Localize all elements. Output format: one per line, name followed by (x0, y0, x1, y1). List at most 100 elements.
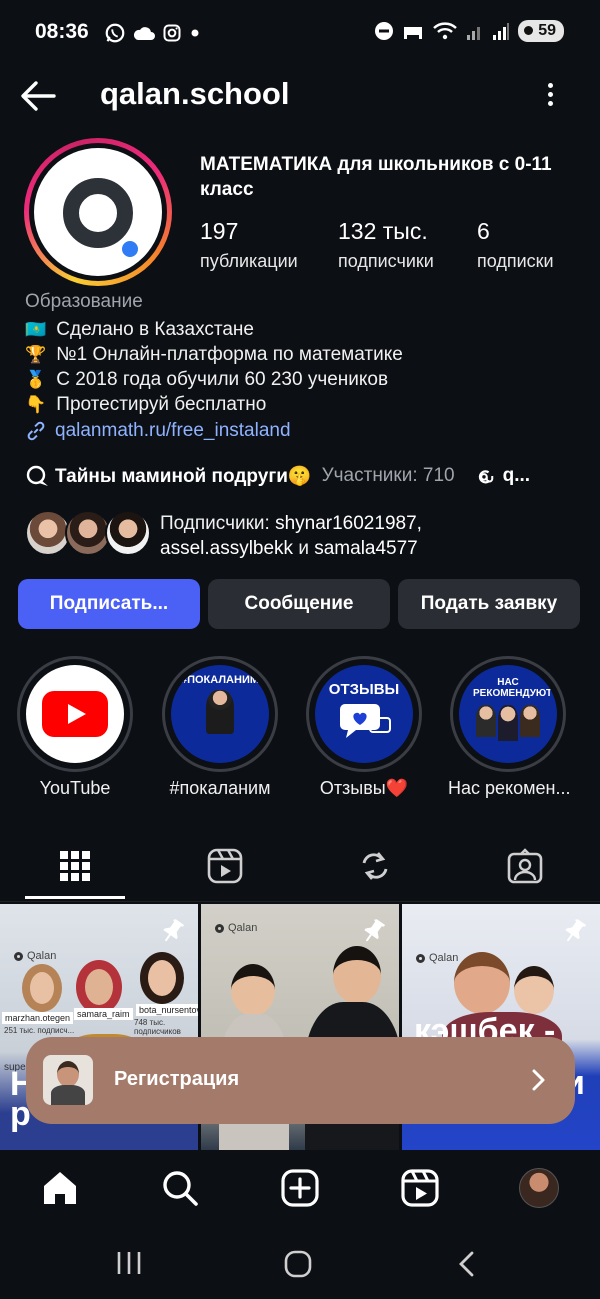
post-brand: Qalan (215, 922, 257, 934)
highlight-recommend[interactable]: НАС РЕКОМЕНДУЮТ Нас рекомен... (448, 656, 571, 799)
followers-text: Подписчики: shynar16021987, assel.assylb… (160, 513, 422, 559)
grid-icon (60, 851, 90, 881)
chat-heart-icon (340, 703, 391, 738)
battery-indicator: 59 (518, 20, 564, 42)
status-bar: 08:36 59 (0, 0, 600, 66)
person-photo (231, 964, 275, 1016)
status-right-icons: 59 (374, 20, 564, 42)
person-photo (454, 952, 510, 1014)
qalan-logo-icon (63, 178, 133, 248)
channel-members: Участники: 710 (321, 465, 455, 486)
post-tag: marzhan.otegen (2, 1012, 74, 1024)
cloud-icon (133, 27, 155, 40)
bio-line: 🇰🇿 Сделано в Казахстане (25, 319, 254, 340)
highlight-reviews[interactable]: ОТЗЫВЫ Отзывы❤️ (304, 656, 424, 799)
bottom-navigation (0, 1150, 600, 1226)
profile-header: qalan.school (0, 66, 600, 126)
post-brand: Qalan (14, 950, 56, 962)
stat-value: 132 тыс. (338, 218, 428, 244)
profile-bio: 🇰🇿 Сделано в Казахстане 🏆 №1 Онлайн-плат… (25, 317, 403, 417)
reels-icon (207, 848, 243, 884)
post-tag: bota_nursentova (136, 1004, 198, 1016)
threads-handle: q... (502, 465, 531, 486)
pin-icon (364, 919, 386, 942)
back-button-icon[interactable] (456, 1250, 476, 1278)
highlight-label: Нас рекомен... (448, 778, 571, 798)
more-options-icon[interactable] (540, 80, 560, 112)
registration-thumbnail (43, 1055, 93, 1105)
create-post-icon[interactable] (280, 1168, 320, 1208)
status-time: 08:36 (35, 20, 89, 43)
profile-category: Образование (25, 291, 143, 312)
highlight-label: Отзывы❤️ (319, 778, 409, 798)
mutual-followers[interactable]: Подписчики: shynar16021987, assel.assylb… (25, 508, 585, 564)
kid-photo (206, 690, 234, 734)
profile-username: qalan.school (100, 76, 290, 111)
signal-icon (467, 27, 481, 40)
tab-posts[interactable] (0, 830, 150, 902)
search-icon[interactable] (160, 1168, 200, 1208)
person-photo (333, 946, 381, 1004)
person-photo (514, 966, 554, 1014)
logo-dot (119, 238, 141, 260)
profile-link[interactable]: qalanmath.ru/free_instaland (25, 420, 291, 442)
instagram-icon (163, 24, 181, 42)
signal-icon (493, 23, 510, 40)
message-button[interactable]: Сообщение (208, 579, 390, 629)
stat-followers[interactable]: 132 тыс. подписчики (338, 218, 434, 272)
tab-tagged[interactable] (450, 830, 600, 902)
wifi-icon (433, 22, 458, 40)
follow-button[interactable]: Подписать... (18, 579, 200, 629)
dnd-icon (375, 22, 394, 40)
post-brand: Qalan (416, 952, 458, 964)
profile-actions: Подписать... Сообщение Подать заявку (18, 579, 582, 629)
bio-line: 🏆 №1 Онлайн-платформа по математике (25, 344, 403, 365)
highlight-pokalanim[interactable]: #ПОКАЛАНИМ #покаланим (160, 656, 280, 799)
person-photo (22, 964, 62, 1012)
profile-avatar[interactable] (24, 138, 172, 286)
people-photo (476, 705, 540, 741)
home-icon[interactable] (40, 1168, 80, 1208)
bio-line: 👇 Протестируй бесплатно (25, 394, 267, 415)
profile-link-text: qalanmath.ru/free_instaland (55, 420, 291, 441)
tab-reels[interactable] (150, 830, 300, 902)
registration-banner[interactable]: Регистрация (26, 1037, 575, 1124)
youtube-icon (42, 691, 108, 737)
registration-label: Регистрация (114, 1068, 240, 1090)
back-arrow-icon[interactable] (18, 78, 58, 114)
stat-posts[interactable]: 197 публикации (200, 218, 298, 272)
active-tab-indicator (25, 896, 125, 899)
person-photo (140, 952, 184, 1004)
tagged-icon (507, 848, 543, 884)
stat-label: публикации (200, 251, 298, 271)
threads-icon[interactable] (473, 465, 495, 487)
status-left-icons (104, 22, 202, 44)
link-icon (27, 421, 45, 441)
system-navigation (0, 1226, 600, 1299)
highlight-youtube[interactable]: YouTube (15, 656, 135, 799)
highlight-label: #покаланим (169, 778, 271, 798)
recent-apps-icon[interactable] (115, 1250, 143, 1276)
person-photo (76, 960, 122, 1014)
whatsapp-icon (105, 23, 125, 43)
stat-following[interactable]: 6 подписки (477, 218, 554, 272)
chevron-right-icon (532, 1069, 545, 1091)
home-button-icon[interactable] (284, 1250, 312, 1278)
broadcast-channel-row[interactable]: Тайны маминой подруги🤫 Участники: 710 q.… (25, 464, 530, 488)
highlight-label: YouTube (39, 778, 111, 798)
apply-button[interactable]: Подать заявку (398, 579, 580, 629)
bed-icon (404, 27, 423, 39)
profile-tabs (0, 830, 600, 902)
follower-avatar (105, 510, 151, 556)
flag-kz-icon: 🇰🇿 (25, 320, 47, 339)
stat-value: 6 (477, 218, 490, 244)
pin-icon (565, 919, 587, 942)
stat-value: 197 (200, 218, 239, 244)
dot-icon (191, 29, 199, 37)
stat-label: подписки (477, 251, 554, 271)
profile-full-name: МАТЕМАТИКА для школьников с 0-11 класс (200, 154, 552, 200)
reels-nav-icon[interactable] (400, 1168, 440, 1208)
tab-reposts[interactable] (300, 830, 450, 902)
own-profile-avatar[interactable] (519, 1168, 559, 1208)
post-tag-count: 748 тыс. подписчиков (134, 1018, 181, 1036)
